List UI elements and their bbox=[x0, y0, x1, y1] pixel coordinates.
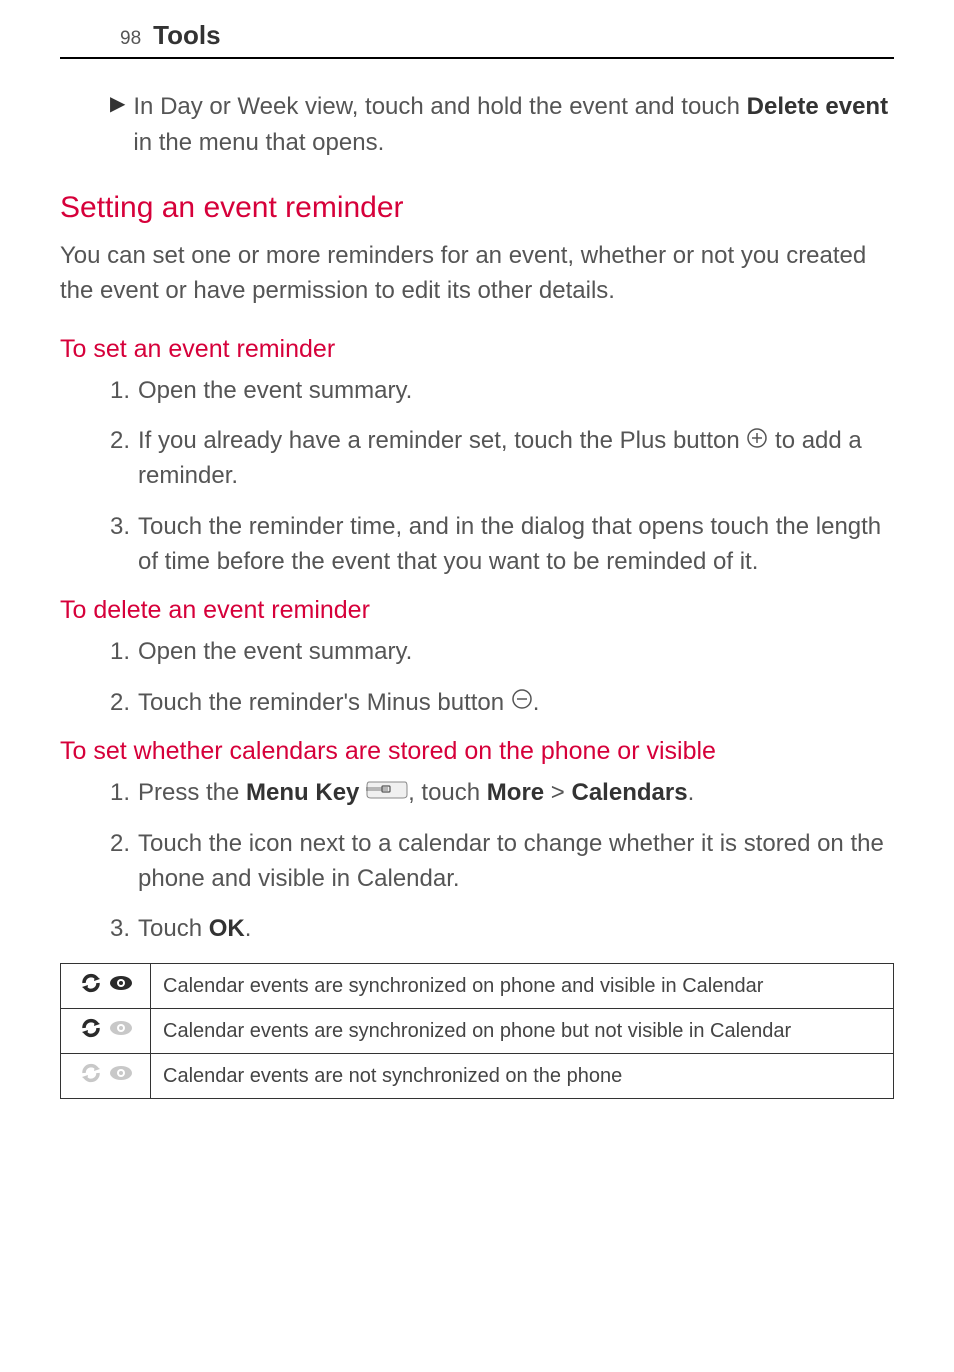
table-row: Calendar events are synchronized on phon… bbox=[61, 1009, 894, 1054]
page-content: ▶ In Day or Week view, touch and hold th… bbox=[0, 59, 954, 1099]
sync-disabled-icon bbox=[78, 1060, 104, 1092]
step-cal-1: 1. Press the Menu Key , touch More > Cal… bbox=[110, 776, 894, 811]
step-number: 3. bbox=[110, 912, 138, 947]
triangle-bullet-icon: ▶ bbox=[110, 89, 125, 161]
step-text: Touch OK. bbox=[138, 912, 894, 947]
heading-calendars-storage: To set whether calendars are stored on t… bbox=[60, 737, 894, 766]
table-row: Calendar events are synchronized on phon… bbox=[61, 964, 894, 1009]
step-set-1: 1. Open the event summary. bbox=[110, 374, 894, 409]
table-cell-desc: Calendar events are synchronized on phon… bbox=[151, 1009, 894, 1054]
step-number: 2. bbox=[110, 424, 138, 494]
heading-setting-reminder: Setting an event reminder bbox=[60, 191, 894, 225]
step-text: Touch the reminder's Minus button . bbox=[138, 686, 894, 721]
step-delete-1: 1. Open the event summary. bbox=[110, 635, 894, 670]
step-number: 2. bbox=[110, 686, 138, 721]
intro-text: You can set one or more reminders for an… bbox=[60, 239, 894, 309]
sync-visible-icon-cell bbox=[61, 964, 151, 1009]
step-text: Open the event summary. bbox=[138, 374, 894, 409]
heading-set-reminder: To set an event reminder bbox=[60, 335, 894, 364]
sync-icon bbox=[78, 970, 104, 1002]
eye-hidden-icon bbox=[108, 1018, 134, 1044]
menu-key-icon bbox=[366, 776, 408, 811]
step-number: 2. bbox=[110, 827, 138, 897]
eye-hidden-icon bbox=[108, 1063, 134, 1089]
bullet-text: In Day or Week view, touch and hold the … bbox=[133, 89, 894, 161]
step-number: 1. bbox=[110, 635, 138, 670]
table-row: Calendar events are not synchronized on … bbox=[61, 1054, 894, 1099]
step-set-3: 3. Touch the reminder time, and in the d… bbox=[110, 510, 894, 580]
step-number: 1. bbox=[110, 374, 138, 409]
step-cal-2: 2. Touch the icon next to a calendar to … bbox=[110, 827, 894, 897]
page-header: 98 Tools bbox=[60, 0, 894, 59]
page-number: 98 bbox=[120, 28, 141, 50]
table-cell-desc: Calendar events are not synchronized on … bbox=[151, 1054, 894, 1099]
step-set-2: 2. If you already have a reminder set, t… bbox=[110, 424, 894, 494]
step-text: If you already have a reminder set, touc… bbox=[138, 424, 894, 494]
step-text: Touch the icon next to a calendar to cha… bbox=[138, 827, 894, 897]
step-delete-2: 2. Touch the reminder's Minus button . bbox=[110, 686, 894, 721]
nosync-hidden-icon-cell bbox=[61, 1054, 151, 1099]
step-cal-3: 3. Touch OK. bbox=[110, 912, 894, 947]
step-text: Open the event summary. bbox=[138, 635, 894, 670]
heading-delete-reminder: To delete an event reminder bbox=[60, 596, 894, 625]
minus-circle-icon bbox=[511, 686, 533, 721]
plus-circle-icon bbox=[746, 425, 768, 460]
section-title: Tools bbox=[153, 20, 220, 51]
step-text: Touch the reminder time, and in the dial… bbox=[138, 510, 894, 580]
eye-visible-icon bbox=[108, 973, 134, 999]
sync-hidden-icon-cell bbox=[61, 1009, 151, 1054]
step-number: 3. bbox=[110, 510, 138, 580]
step-text: Press the Menu Key , touch More > Calend… bbox=[138, 776, 894, 811]
table-cell-desc: Calendar events are synchronized on phon… bbox=[151, 964, 894, 1009]
step-number: 1. bbox=[110, 776, 138, 811]
bullet-delete-event: ▶ In Day or Week view, touch and hold th… bbox=[110, 89, 894, 161]
sync-icon bbox=[78, 1015, 104, 1047]
calendar-sync-table: Calendar events are synchronized on phon… bbox=[60, 963, 894, 1099]
